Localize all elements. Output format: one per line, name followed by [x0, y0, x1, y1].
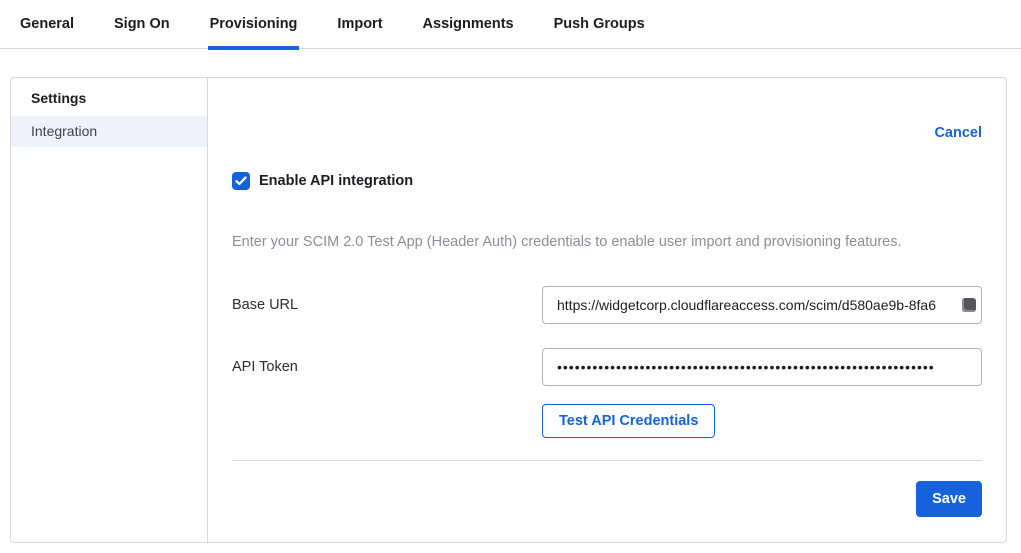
app-tab-bar: General Sign On Provisioning Import Assi… [0, 0, 1021, 49]
test-credentials-row: Test API Credentials [232, 404, 982, 438]
label-column-spacer [232, 404, 542, 438]
base-url-label: Base URL [232, 297, 542, 313]
enable-api-label: Enable API integration [259, 173, 413, 189]
credentials-description: Enter your SCIM 2.0 Test App (Header Aut… [232, 234, 982, 250]
tab-general[interactable]: General [18, 1, 76, 50]
base-url-field-wrapper [542, 286, 982, 324]
api-token-row: API Token [232, 348, 982, 386]
base-url-input[interactable] [542, 286, 982, 324]
tab-provisioning[interactable]: Provisioning [208, 1, 300, 50]
base-url-row: Base URL [232, 286, 982, 324]
tab-push-groups[interactable]: Push Groups [552, 1, 647, 50]
save-row: Save [232, 481, 982, 517]
sidebar-heading: Settings [11, 86, 207, 116]
api-token-label: API Token [232, 359, 542, 375]
checkmark-icon [235, 176, 247, 186]
provisioning-panel: Settings Integration Cancel Enable API i… [10, 77, 1007, 543]
enable-api-row: Enable API integration [232, 172, 982, 190]
test-api-credentials-button[interactable]: Test API Credentials [542, 404, 715, 438]
cancel-link[interactable]: Cancel [934, 125, 982, 141]
save-button[interactable]: Save [916, 481, 982, 517]
tab-sign-on[interactable]: Sign On [112, 1, 172, 50]
sidebar-item-integration[interactable]: Integration [11, 116, 207, 147]
enable-api-checkbox[interactable] [232, 172, 250, 190]
api-token-field-wrapper [542, 348, 982, 386]
tab-assignments[interactable]: Assignments [421, 1, 516, 50]
tab-import[interactable]: Import [335, 1, 384, 50]
footer-divider [232, 460, 982, 461]
cancel-row: Cancel [232, 125, 982, 141]
text-cursor-icon [962, 298, 976, 312]
api-token-input[interactable] [542, 348, 982, 386]
integration-settings-content: Cancel Enable API integration Enter your… [208, 78, 1006, 542]
settings-sidebar: Settings Integration [11, 78, 208, 542]
